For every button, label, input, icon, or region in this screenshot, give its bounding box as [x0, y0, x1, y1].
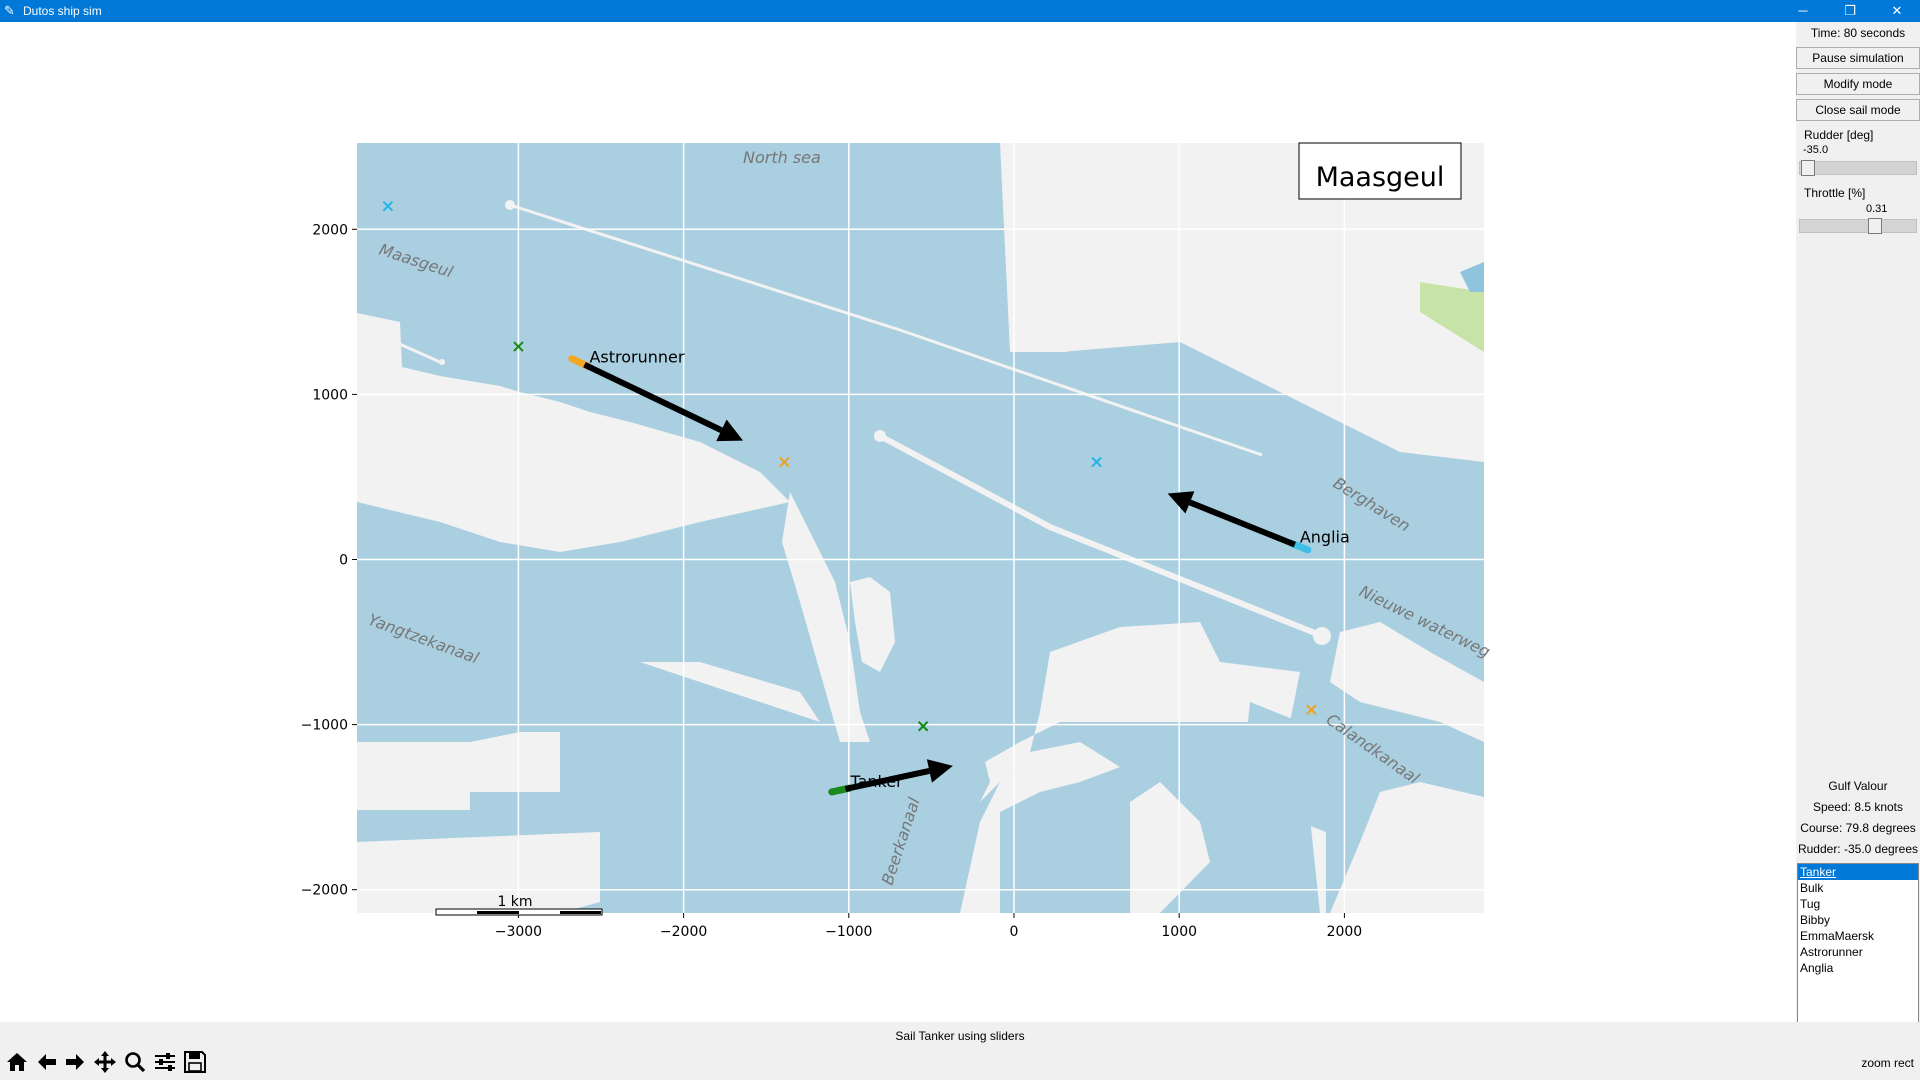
zoom-icon — [125, 1052, 146, 1073]
control-panel: Time: 80 seconds Pause simulation Modify… — [1796, 22, 1920, 1023]
ship-list-item[interactable]: Tanker — [1798, 864, 1918, 880]
rudder-slider[interactable] — [1799, 160, 1917, 176]
status-message: Sail Tanker using sliders — [895, 1029, 1025, 1043]
rudder-slider-thumb[interactable] — [1801, 160, 1815, 176]
x-tick-label: 2000 — [1327, 924, 1363, 940]
label-north-sea: North sea — [743, 148, 821, 167]
map-title-box: Maasgeul — [1298, 142, 1462, 200]
ship-list-item[interactable]: Bibby — [1798, 912, 1918, 928]
ship-list-item[interactable]: EmmaMaersk — [1798, 928, 1918, 944]
ship-label: Tanker — [849, 772, 903, 791]
ship-list-item[interactable]: Bulk — [1798, 880, 1918, 896]
minimize-button[interactable]: ─ — [1780, 0, 1826, 22]
y-tick-label: 1000 — [312, 387, 348, 403]
y-tick-label: 0 — [339, 553, 348, 569]
configure-button[interactable] — [152, 1049, 178, 1075]
ship-list-item[interactable]: Tug — [1798, 896, 1918, 912]
back-button[interactable] — [34, 1049, 60, 1075]
x-tick-label: −3000 — [495, 924, 542, 940]
scale-bar-label: 1 km — [497, 894, 532, 910]
y-tick-label: −1000 — [301, 718, 348, 734]
window-title: Dutos ship sim — [23, 4, 102, 18]
ship-course: Course: 79.8 degrees — [1800, 821, 1916, 835]
selected-ship-name: Gulf Valour — [1828, 779, 1888, 793]
x-tick-label: −1000 — [825, 924, 872, 940]
feather-icon: ✎ — [4, 3, 15, 18]
throttle-slider-thumb[interactable] — [1867, 218, 1882, 234]
y-tick-label: 2000 — [312, 222, 348, 238]
x-tick-label: 1000 — [1161, 924, 1197, 940]
configure-icon — [155, 1053, 175, 1071]
ship-speed: Speed: 8.5 knots — [1812, 800, 1904, 814]
ship-list-item[interactable]: Anglia — [1798, 960, 1918, 976]
pan-icon — [94, 1051, 116, 1073]
map-plot[interactable]: 2000 1000 0 −1000 −2000 −3000 −2000 −1000 0 1000… — [0, 22, 1790, 1022]
x-tick-label: −2000 — [660, 924, 707, 940]
rudder-value: -35.0 — [1803, 144, 1829, 156]
pan-button[interactable] — [92, 1049, 118, 1075]
home-icon — [7, 1053, 27, 1071]
restore-button[interactable]: ❐ — [1827, 0, 1873, 22]
save-icon — [184, 1051, 206, 1073]
ship-list[interactable]: Tanker Bulk Tug Bibby EmmaMaersk Astrorunner A… — [1797, 863, 1919, 1023]
forward-icon — [66, 1054, 84, 1070]
modify-mode-button[interactable]: Modify mode — [1796, 73, 1920, 95]
back-icon — [38, 1054, 56, 1070]
ship-rudder: Rudder: -35.0 degrees — [1797, 842, 1919, 856]
title-bar: ✎ Dutos ship sim ─ ❐ ✕ — [0, 0, 1920, 22]
forward-button[interactable] — [62, 1049, 88, 1075]
ship-label: Anglia — [1300, 528, 1350, 547]
navigation-mode: zoom rect — [1861, 1056, 1914, 1070]
x-tick-label: 0 — [1010, 924, 1019, 940]
throttle-value: 0.31 — [1866, 203, 1888, 215]
map-title: Maasgeul — [1316, 162, 1445, 193]
x-axis: −3000 −2000 −1000 0 1000 2000 — [495, 913, 1363, 940]
land-southwest-2 — [357, 832, 600, 913]
home-button[interactable] — [4, 1049, 30, 1075]
ship-label: Astrorunner — [589, 348, 684, 367]
sim-time: Time: 80 seconds — [1810, 26, 1906, 40]
throttle-label: Throttle [%] — [1804, 186, 1866, 200]
map-canvas[interactable]: 2000 1000 0 −1000 −2000 −3000 −2000 −1000 0 1000… — [0, 22, 1790, 1022]
zoom-button[interactable] — [122, 1049, 148, 1075]
close-button[interactable]: ✕ — [1874, 0, 1920, 22]
pause-simulation-button[interactable]: Pause simulation — [1796, 47, 1920, 69]
status-bar: Sail Tanker using sliders zoom rect — [0, 1022, 1920, 1080]
save-button[interactable] — [182, 1049, 208, 1075]
y-tick-label: −2000 — [301, 883, 348, 899]
y-axis: 2000 1000 0 −1000 −2000 — [301, 222, 357, 899]
close-sail-mode-button[interactable]: Close sail mode — [1796, 99, 1920, 121]
ship-list-item[interactable]: Astrorunner — [1798, 944, 1918, 960]
throttle-slider[interactable] — [1799, 218, 1917, 234]
rudder-label: Rudder [deg] — [1804, 128, 1874, 142]
